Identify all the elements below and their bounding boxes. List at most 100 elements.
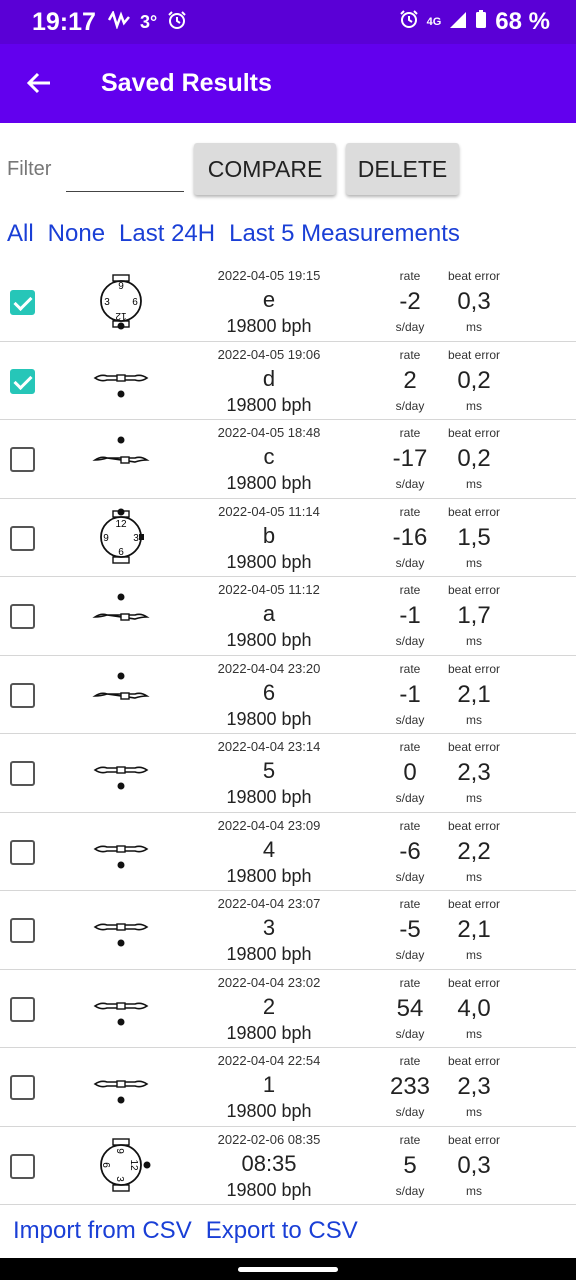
- svg-text:9: 9: [103, 533, 109, 544]
- beat-error-value: 2,2: [457, 837, 491, 865]
- rate-value: 54: [396, 994, 424, 1022]
- import-csv-link[interactable]: Import from CSV: [13, 1217, 192, 1245]
- rate-value: 233: [389, 1073, 431, 1100]
- rate-unit: s/day: [395, 948, 425, 962]
- list-item[interactable]: 2022-04-04 22:54 1 19800 bph rate 233 s/day be…: [0, 1048, 576, 1127]
- list-item[interactable]: 2022-04-04 23:07 3 19800 bph rate -5 s/day bea…: [0, 891, 576, 970]
- export-csv-link[interactable]: Export to CSV: [206, 1217, 358, 1245]
- watch-position-icon: 9 12 3 6: [89, 269, 153, 333]
- rate-value: 2: [403, 366, 417, 394]
- select-all-link[interactable]: All: [7, 220, 34, 248]
- beat-error-unit: ms: [466, 555, 482, 570]
- select-checkbox[interactable]: [10, 996, 35, 1022]
- rate-label: rate: [399, 269, 421, 283]
- home-gesture-pill[interactable]: [238, 1267, 338, 1272]
- beat-error-value: 0,2: [457, 445, 491, 472]
- alarm-icon: [167, 10, 187, 35]
- select-checkbox[interactable]: [10, 290, 35, 315]
- select-none-link[interactable]: None: [48, 220, 105, 248]
- battery-percent: 68 %: [495, 8, 550, 35]
- select-checkbox[interactable]: [10, 839, 35, 865]
- list-item[interactable]: 2022-04-05 11:12 a 19800 bph rate -1 s/day bea…: [0, 577, 576, 656]
- measurement-date: 2022-04-04 23:20: [217, 660, 321, 676]
- list-item[interactable]: 9 12 3 6 2022-04-05 19:15 e 19800 bph rate -2 s/d…: [0, 263, 576, 342]
- select-last-5-link[interactable]: Last 5 Measurements: [229, 220, 460, 248]
- beat-error-label: beat error: [447, 504, 501, 519]
- back-arrow-icon[interactable]: [24, 68, 54, 98]
- beat-error-label: beat error: [447, 897, 501, 911]
- rate-value: -2: [399, 288, 421, 315]
- select-checkbox[interactable]: [10, 682, 35, 708]
- select-checkbox[interactable]: [10, 368, 35, 394]
- beat-error-value: 0,2: [457, 366, 491, 394]
- measurement-bph: 19800 bph: [226, 787, 312, 807]
- signal-icon: [449, 8, 467, 36]
- beat-error-unit: ms: [466, 320, 482, 334]
- beat-error-value: 0,3: [457, 288, 491, 315]
- beat-error-value: 1,5: [457, 523, 491, 551]
- rate-unit: s/day: [395, 320, 425, 334]
- rate-unit: s/day: [395, 477, 425, 491]
- compare-button[interactable]: COMPARE: [194, 143, 336, 195]
- status-right-icons: 4G 68 %: [399, 8, 550, 36]
- rate-label: rate: [399, 661, 421, 676]
- rate-value: 0: [403, 759, 417, 786]
- status-bar: 19:17 3° 4G 68 %: [0, 0, 576, 44]
- footer-links: Import from CSV Export to CSV: [13, 1217, 358, 1245]
- filter-label: Filter: [7, 158, 52, 180]
- svg-text:9: 9: [114, 1148, 125, 1154]
- svg-text:9: 9: [118, 281, 124, 292]
- beat-error-label: beat error: [447, 347, 501, 362]
- svg-text:6: 6: [118, 547, 124, 558]
- list-item[interactable]: 12 6 9 3 2022-02-06 08:35 08:35 19800 bph rate 5…: [0, 1127, 576, 1205]
- rate-label: rate: [399, 818, 421, 833]
- select-checkbox[interactable]: [10, 604, 35, 629]
- list-item[interactable]: 2022-04-04 23:20 6 19800 bph rate -1 s/day bea…: [0, 656, 576, 734]
- delete-button[interactable]: DELETE: [346, 143, 459, 195]
- list-item[interactable]: 12 6 9 3 2022-04-05 11:14 b 19800 bph rate -16 s/…: [0, 499, 576, 577]
- beat-error-label: beat error: [447, 661, 501, 676]
- svg-text:6: 6: [132, 297, 138, 308]
- measurement-name: 6: [262, 679, 276, 705]
- beat-error-unit: ms: [466, 1105, 482, 1119]
- select-checkbox[interactable]: [10, 447, 35, 472]
- list-item[interactable]: 2022-04-04 23:02 2 19800 bph rate 54 s/day bea…: [0, 970, 576, 1048]
- svg-text:3: 3: [133, 533, 139, 544]
- watch-position-icon: 12 6 9 3: [89, 1133, 153, 1197]
- activity-icon: [107, 9, 130, 34]
- select-checkbox[interactable]: [10, 1075, 35, 1100]
- filter-input[interactable]: [66, 156, 184, 192]
- rate-label: rate: [399, 583, 421, 597]
- select-checkbox[interactable]: [10, 1153, 35, 1179]
- rate-value: -6: [399, 837, 421, 865]
- quick-select-links: All None Last 24H Last 5 Measurements: [7, 220, 460, 248]
- list-item[interactable]: 2022-04-04 23:14 5 19800 bph rate 0 s/day beat…: [0, 734, 576, 813]
- measurement-name: c: [263, 444, 275, 469]
- rate-label: rate: [399, 347, 421, 362]
- list-item[interactable]: 2022-04-05 18:48 c 19800 bph rate -17 s/day be…: [0, 420, 576, 499]
- measurement-name: 1: [262, 1072, 276, 1097]
- beat-error-unit: ms: [466, 1183, 482, 1198]
- temperature-label: 3°: [140, 12, 158, 32]
- watch-position-icon: [89, 662, 153, 726]
- list-item[interactable]: 2022-04-04 23:09 4 19800 bph rate -6 s/day bea…: [0, 813, 576, 891]
- measurement-date: 2022-04-04 22:54: [217, 1053, 321, 1068]
- select-checkbox[interactable]: [10, 761, 35, 786]
- select-checkbox[interactable]: [10, 525, 35, 551]
- svg-text:12: 12: [128, 1159, 139, 1171]
- battery-icon: [475, 8, 487, 36]
- select-checkbox[interactable]: [10, 918, 35, 943]
- watch-position-icon: [89, 740, 153, 804]
- rate-label: rate: [399, 504, 421, 519]
- watch-position-icon: [89, 819, 153, 883]
- select-last-24h-link[interactable]: Last 24H: [119, 220, 215, 248]
- watch-position-icon: 12 6 9 3: [89, 505, 153, 569]
- rate-label: rate: [399, 1054, 421, 1068]
- measurement-date: 2022-04-05 11:12: [218, 582, 320, 597]
- svg-text:3: 3: [114, 1176, 125, 1182]
- list-item[interactable]: 2022-04-05 19:06 d 19800 bph rate 2 s/day beat…: [0, 342, 576, 420]
- measurement-date: 2022-04-04 23:07: [217, 896, 321, 911]
- measurement-name: 2: [262, 993, 276, 1019]
- measurement-name: 3: [262, 915, 276, 940]
- measurement-name: 4: [262, 836, 276, 862]
